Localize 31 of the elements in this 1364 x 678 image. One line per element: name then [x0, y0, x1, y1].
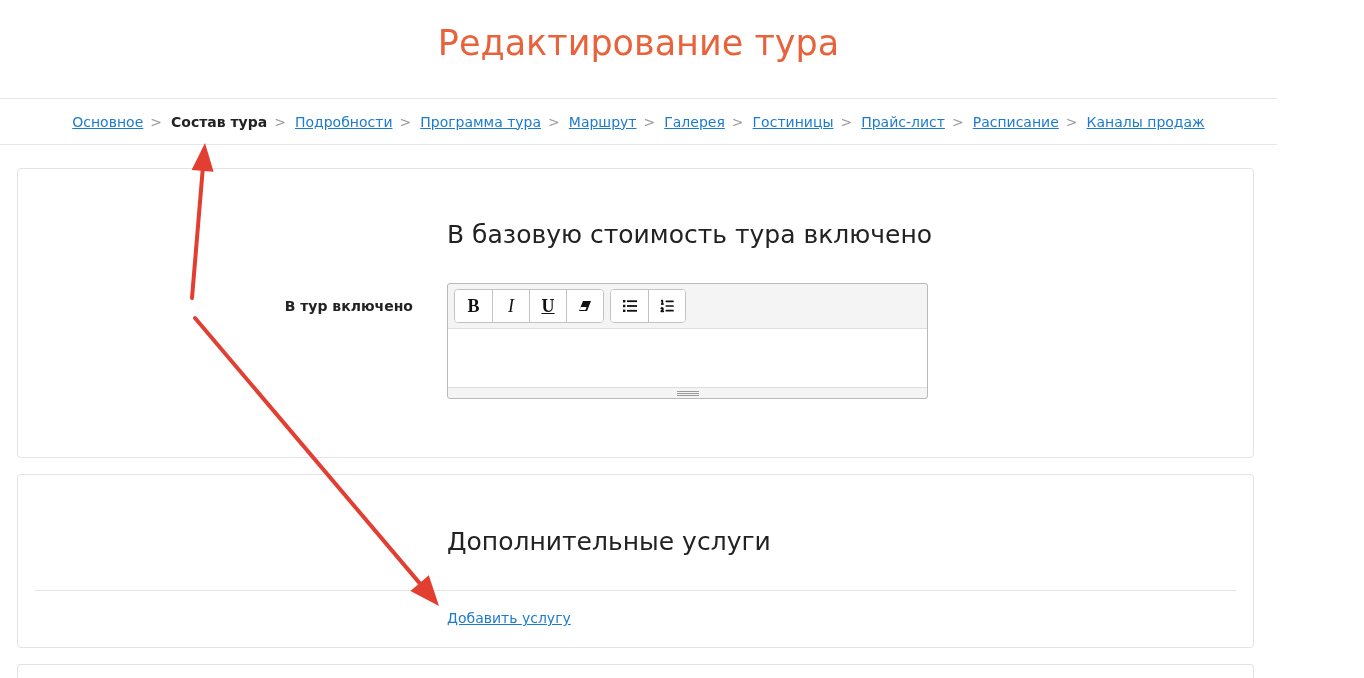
breadcrumb-separator: >: [950, 112, 965, 132]
breadcrumb-separator: >: [273, 112, 287, 132]
breadcrumb-link[interactable]: Программа тура: [420, 111, 542, 132]
editor-input-field[interactable]: [448, 329, 927, 387]
section-heading: Дополнительные услуги: [447, 527, 771, 557]
eraser-icon: [579, 301, 591, 311]
breadcrumb-link[interactable]: Гостиницы: [752, 111, 834, 132]
numbered-list-button[interactable]: [648, 290, 685, 322]
field-label: В тур включено: [284, 297, 413, 316]
bullet-list-icon: [622, 300, 637, 312]
breadcrumb-link[interactable]: Расписание: [972, 111, 1059, 132]
breadcrumb-link[interactable]: Галерея: [664, 111, 725, 132]
breadcrumb-current[interactable]: Состав тура: [171, 111, 268, 132]
breadcrumb-link[interactable]: Основное: [72, 111, 144, 132]
resize-grip-icon[interactable]: [676, 390, 699, 396]
breadcrumb-separator: >: [730, 112, 745, 132]
breadcrumb-link[interactable]: Прайс-лист: [861, 111, 945, 132]
numbered-list-icon: [659, 298, 675, 314]
page-title: Редактирование тура: [437, 22, 840, 65]
breadcrumb-separator: >: [547, 112, 561, 132]
breadcrumb-separator: >: [642, 112, 657, 132]
add-service-link[interactable]: Добавить услугу: [447, 608, 571, 628]
breadcrumb-separator: >: [149, 112, 163, 132]
breadcrumb-separator: >: [839, 112, 854, 132]
breadcrumb-link[interactable]: Подробности: [294, 111, 393, 132]
breadcrumb-link[interactable]: Каналы продаж: [1086, 111, 1205, 132]
breadcrumb-separator: >: [398, 112, 413, 132]
section-heading: В базовую стоимость тура включено: [447, 220, 933, 250]
breadcrumb-link[interactable]: Маршрут: [568, 111, 637, 132]
eraser-button[interactable]: [566, 290, 603, 322]
breadcrumb-separator: >: [1064, 112, 1079, 132]
